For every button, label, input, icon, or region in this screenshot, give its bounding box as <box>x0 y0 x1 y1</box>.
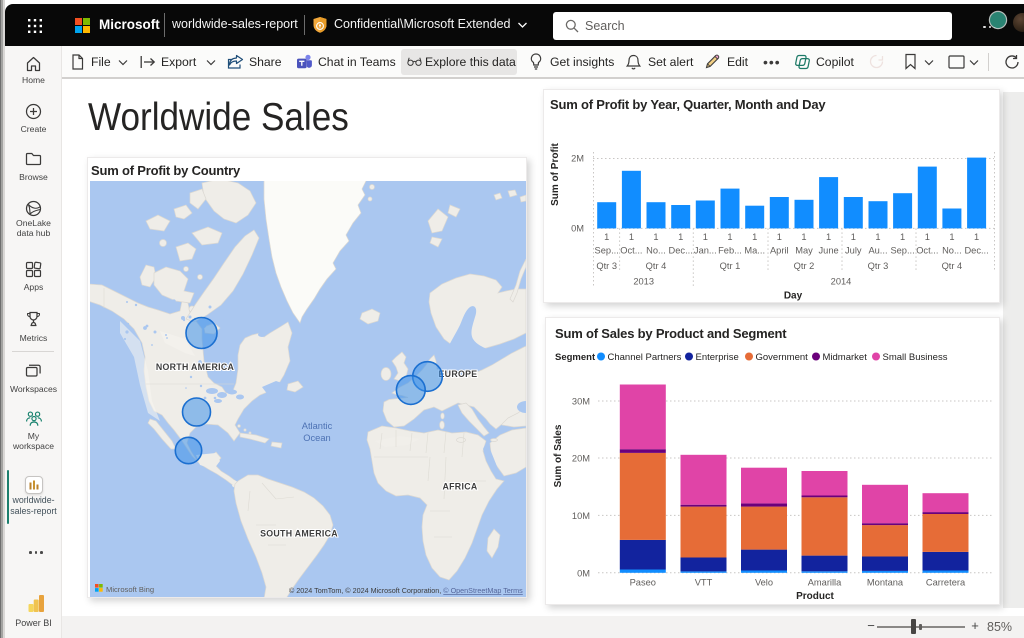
svg-text:EUROPE: EUROPE <box>439 369 478 379</box>
svg-text:Au...: Au... <box>868 246 887 256</box>
svg-text:Sum of Profit: Sum of Profit <box>550 142 561 205</box>
svg-text:1: 1 <box>801 232 806 242</box>
svg-text:1: 1 <box>752 232 757 242</box>
svg-text:Microsoft Bing: Microsoft Bing <box>106 585 154 594</box>
svg-text:Feb...: Feb... <box>718 246 742 256</box>
svg-text:2013: 2013 <box>633 277 654 287</box>
svg-text:Day: Day <box>784 291 803 302</box>
svg-text:Qtr 3: Qtr 3 <box>596 261 617 271</box>
svg-text:1: 1 <box>949 232 954 242</box>
svg-text:Ocean: Ocean <box>303 433 330 443</box>
svg-text:1: 1 <box>851 232 856 242</box>
svg-text:Government: Government <box>756 352 809 363</box>
svg-text:July: July <box>845 246 862 256</box>
svg-text:1: 1 <box>925 232 930 242</box>
svg-text:Qtr 4: Qtr 4 <box>646 261 667 271</box>
svg-text:Jan...: Jan... <box>694 246 717 256</box>
svg-text:Carretera: Carretera <box>926 578 966 588</box>
svg-text:1: 1 <box>974 232 979 242</box>
svg-text:1: 1 <box>777 232 782 242</box>
svg-text:No...: No... <box>646 246 666 256</box>
svg-text:Oct...: Oct... <box>620 246 642 256</box>
svg-text:Channel Partners: Channel Partners <box>608 352 682 363</box>
svg-text:© 2024 TomTom, © 2024 Microsof: © 2024 TomTom, © 2024 Microsoft Corporat… <box>289 586 523 595</box>
svg-text:Sum of Sales by Product and Se: Sum of Sales by Product and Segment <box>555 326 787 341</box>
svg-text:Sum of Profit by Year, Quarter: Sum of Profit by Year, Quarter, Month an… <box>550 97 826 112</box>
svg-text:Ma...: Ma... <box>744 246 765 256</box>
svg-text:Sep...: Sep... <box>595 246 619 256</box>
svg-text:SOUTH AMERICA: SOUTH AMERICA <box>260 529 338 539</box>
svg-text:Amarilla: Amarilla <box>808 578 842 588</box>
svg-text:Sep...: Sep... <box>890 246 914 256</box>
svg-text:NORTH AMERICA: NORTH AMERICA <box>156 362 235 372</box>
svg-text:Dec...: Dec... <box>669 246 693 256</box>
svg-text:0M: 0M <box>577 568 590 578</box>
svg-text:1: 1 <box>653 232 658 242</box>
svg-text:0M: 0M <box>571 224 584 234</box>
svg-text:June: June <box>819 246 839 256</box>
svg-text:1: 1 <box>875 232 880 242</box>
svg-text:Montana: Montana <box>867 578 904 588</box>
svg-text:Qtr 4: Qtr 4 <box>942 261 963 271</box>
svg-text:1: 1 <box>678 232 683 242</box>
svg-text:May: May <box>795 246 813 256</box>
svg-text:1: 1 <box>826 232 831 242</box>
svg-text:2014: 2014 <box>831 277 852 287</box>
svg-text:30M: 30M <box>572 397 590 407</box>
svg-text:Small Business: Small Business <box>883 352 948 363</box>
svg-text:Qtr 3: Qtr 3 <box>868 261 889 271</box>
svg-text:1: 1 <box>727 232 732 242</box>
svg-text:Product: Product <box>796 591 834 602</box>
svg-text:Segment: Segment <box>555 352 596 363</box>
svg-text:Dec...: Dec... <box>964 246 988 256</box>
svg-text:VTT: VTT <box>695 578 713 588</box>
svg-text:20M: 20M <box>572 454 590 464</box>
svg-text:10M: 10M <box>572 511 590 521</box>
svg-text:Velo: Velo <box>755 578 773 588</box>
svg-text:Qtr 2: Qtr 2 <box>794 261 815 271</box>
svg-text:Sum of Sales: Sum of Sales <box>553 424 564 487</box>
svg-text:1: 1 <box>604 232 609 242</box>
svg-text:1: 1 <box>629 232 634 242</box>
svg-text:AFRICA: AFRICA <box>442 482 477 492</box>
svg-text:Atlantic: Atlantic <box>302 421 333 431</box>
svg-text:1: 1 <box>900 232 905 242</box>
svg-text:April: April <box>770 246 789 256</box>
svg-text:1: 1 <box>703 232 708 242</box>
svg-text:2M: 2M <box>571 154 584 164</box>
svg-text:Oct...: Oct... <box>916 246 938 256</box>
svg-text:No...: No... <box>942 246 962 256</box>
svg-text:Enterprise: Enterprise <box>696 352 739 363</box>
svg-text:Paseo: Paseo <box>630 578 656 588</box>
svg-text:Midmarket: Midmarket <box>823 352 868 363</box>
svg-text:Qtr 1: Qtr 1 <box>720 261 741 271</box>
